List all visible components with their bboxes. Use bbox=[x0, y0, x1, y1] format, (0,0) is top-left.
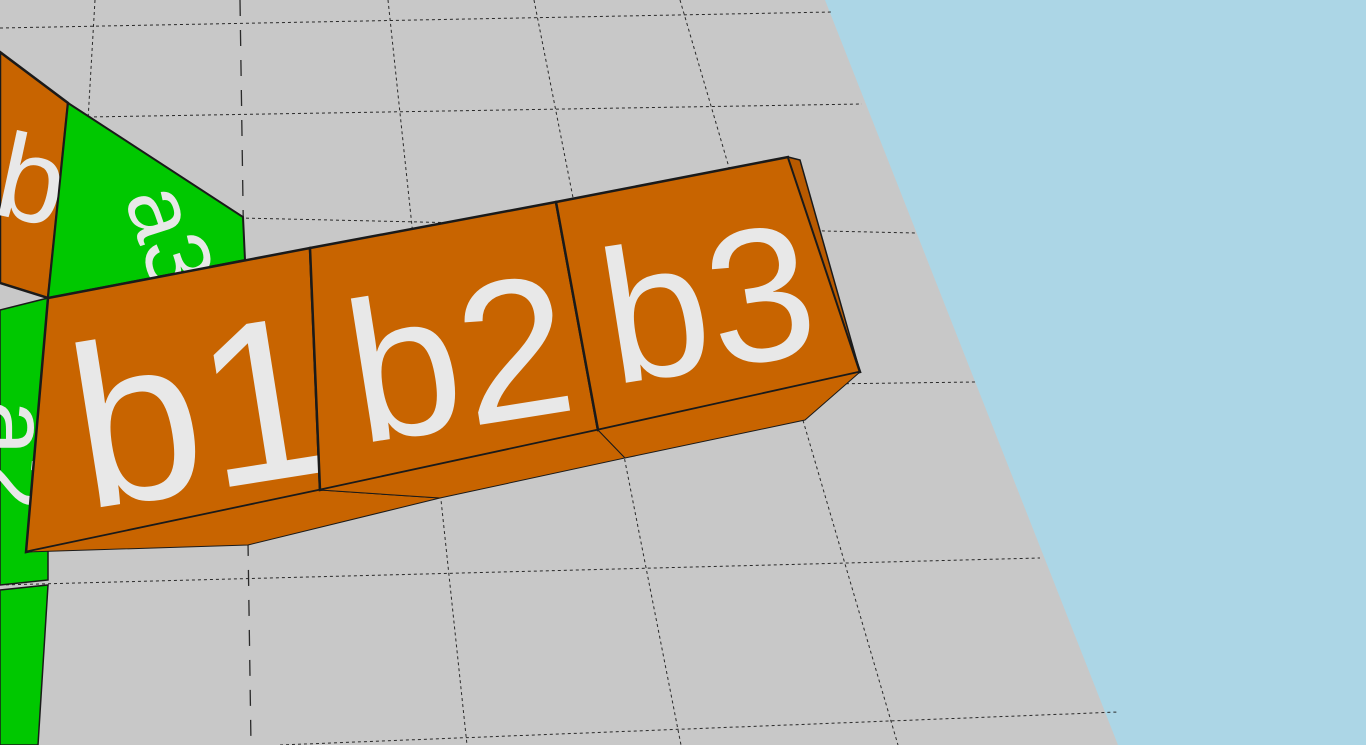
scene-canvas: b1 a3 a2 b1 b2 b3 bbox=[0, 0, 1366, 745]
3d-viewport[interactable]: b1 a3 a2 b1 b2 b3 bbox=[0, 0, 1366, 745]
block-b3-label: b3 bbox=[587, 183, 829, 425]
block-b2-label: b2 bbox=[332, 231, 587, 486]
block-b1-label: b1 bbox=[54, 264, 347, 558]
